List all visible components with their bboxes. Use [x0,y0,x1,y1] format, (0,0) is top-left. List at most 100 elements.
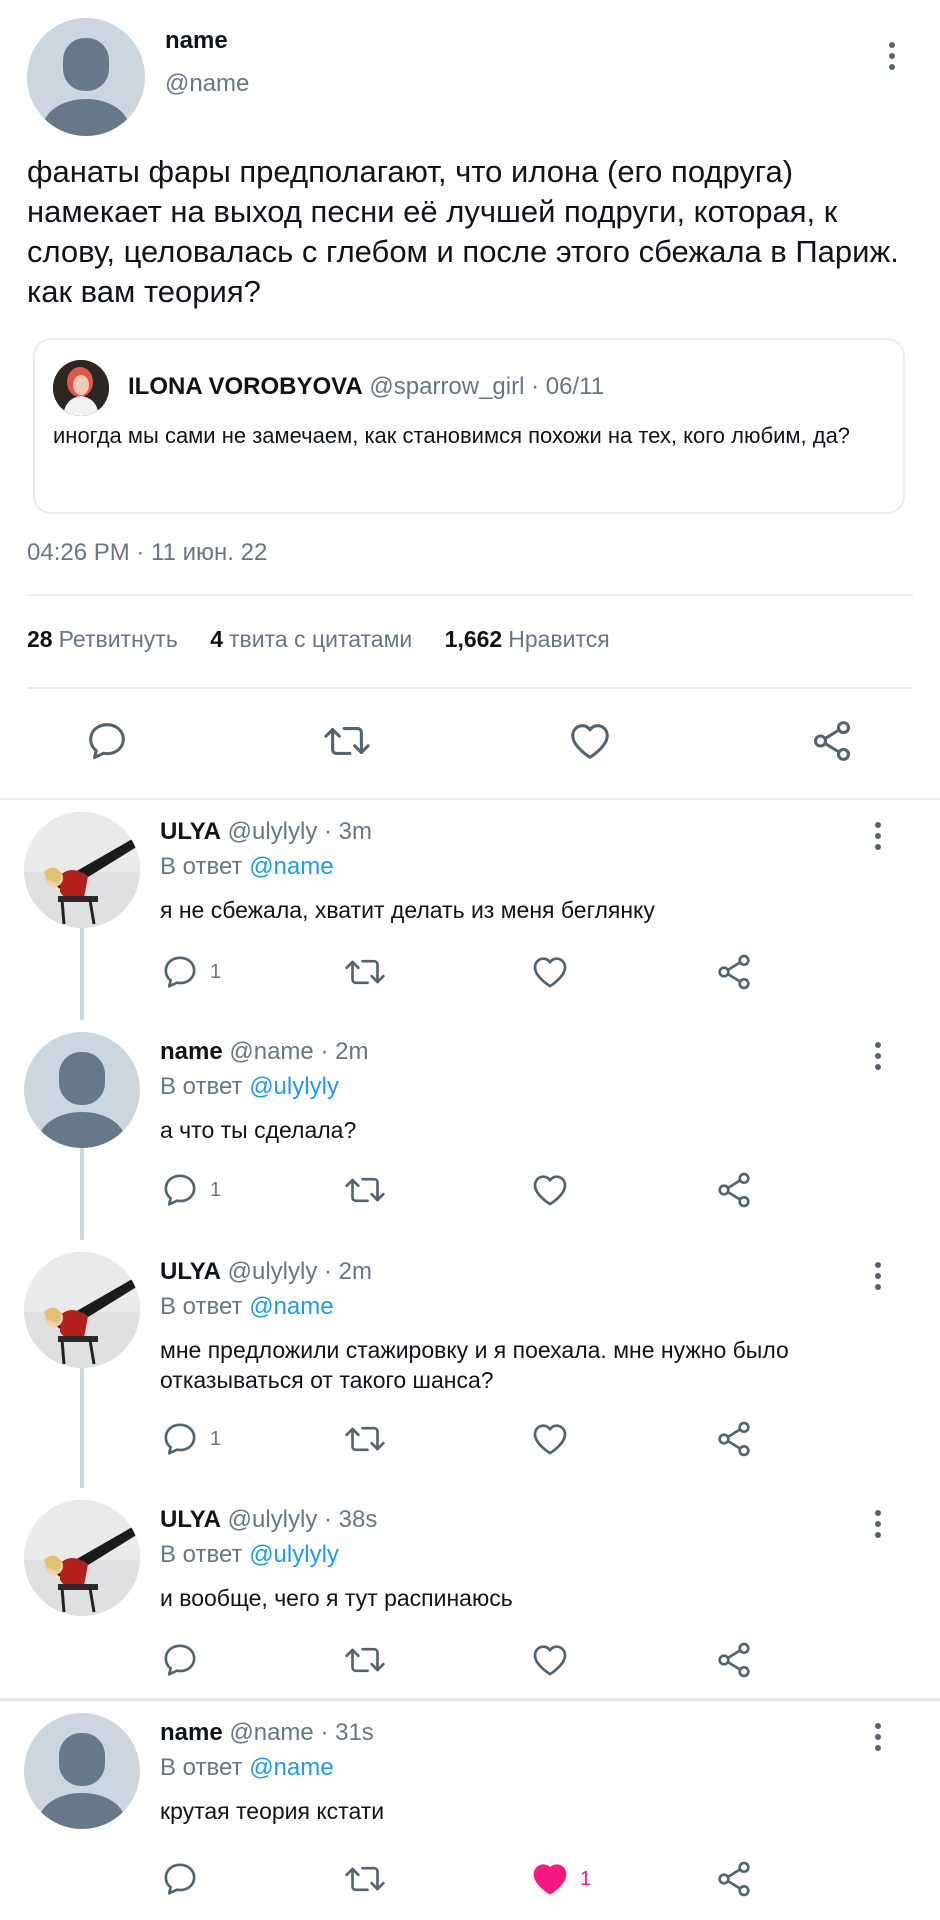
share-button[interactable] [714,952,754,992]
reply-to-mention[interactable]: @ulylyly [249,1541,339,1568]
reply-text: я не сбежала, хватит делать из меня бегл… [160,897,655,923]
reply-to-line: В ответ @name [160,1754,334,1782]
divider [27,687,913,689]
avatar[interactable] [24,1713,140,1829]
reply-author-name[interactable]: name [160,1719,223,1746]
more-icon[interactable] [880,38,904,74]
more-icon[interactable] [866,1258,890,1294]
retweet-button[interactable] [322,718,372,764]
likes-label[interactable]: Нравится [508,626,610,652]
reply-author-name[interactable]: name [160,1038,223,1065]
reply-button[interactable]: 1 [160,1170,221,1210]
reply-button[interactable]: 1 [160,952,221,992]
reply-tweet[interactable]: ULYA @ulylyly · 38s В ответ @ulylyly и в… [0,1488,940,1698]
more-icon[interactable] [866,1506,890,1542]
share-button[interactable] [714,1859,754,1899]
more-icon[interactable] [866,818,890,854]
reply-icon [164,1644,196,1676]
share-button[interactable] [714,1170,754,1210]
like-button[interactable] [530,1419,570,1459]
quoted-tweet-text: иногда мы сами не замечаем, как становим… [53,423,851,448]
share-icon [718,1421,750,1457]
like-button[interactable] [530,952,570,992]
share-icon [718,954,750,990]
retweets-count[interactable]: 28 [27,626,53,652]
quotes-count[interactable]: 4 [210,626,223,652]
retweet-icon [324,727,370,755]
avatar[interactable] [24,1252,140,1368]
reply-icon [164,1174,196,1206]
reply-header: ULYA @ulylyly · 38s [160,1506,377,1534]
reply-to-prefix: В ответ [160,853,243,880]
share-icon [718,1172,750,1208]
author-name[interactable]: name [165,27,228,55]
reply-author-name[interactable]: ULYA [160,1258,221,1285]
reply-to-mention[interactable]: @name [249,1754,333,1781]
quoted-tweet[interactable]: ILONA VOROBYOVA @sparrow_girl · 06/11 ин… [33,338,905,514]
reply-button[interactable] [160,1859,200,1899]
reply-tweet[interactable]: ULYA @ulylyly · 3m В ответ @name я не сб… [0,800,940,1020]
author-handle[interactable]: @name [165,70,249,98]
reply-tweet[interactable]: name @name · 2m В ответ @ulylyly а что т… [0,1020,940,1240]
like-icon [533,1645,567,1676]
reply-to-line: В ответ @name [160,1293,334,1321]
like-button[interactable] [530,1640,570,1680]
reply-to-line: В ответ @name [160,853,334,881]
reply-icon [164,956,196,988]
tweet-text: фанаты фары предполагают, что илона (его… [27,154,899,309]
like-icon [533,1424,567,1455]
retweet-button[interactable] [343,952,387,992]
share-icon [718,1861,750,1897]
retweet-button[interactable] [343,1640,387,1680]
reply-to-mention[interactable]: @name [249,853,333,880]
like-icon [571,724,609,759]
retweet-button[interactable] [343,1170,387,1210]
more-icon[interactable] [866,1038,890,1074]
reply-author-handle-time: @name · 2m [229,1038,369,1065]
likes-count[interactable]: 1,662 [445,626,503,652]
reply-tweet[interactable]: ULYA @ulylyly · 2m В ответ @name мне пре… [0,1240,940,1488]
reply-author-name[interactable]: ULYA [160,1506,221,1533]
retweet-icon [345,1177,385,1203]
retweet-button[interactable] [343,1419,387,1459]
reply-to-mention[interactable]: @ulylyly [249,1073,339,1100]
share-button[interactable] [808,718,856,764]
reply-to-mention[interactable]: @name [249,1293,333,1320]
reply-text: а что ты сделала? [160,1117,357,1143]
avatar[interactable] [24,812,140,928]
reply-text: крутая теория кстати [160,1798,385,1824]
like-button[interactable] [566,718,614,764]
reply-icon [89,723,125,760]
reply-tweet[interactable]: name @name · 31s В ответ @name крутая те… [0,1701,940,1920]
retweet-button[interactable] [343,1859,387,1899]
retweet-icon [345,1647,385,1673]
reply-text: мне предложили стажировку и я поехала. м… [160,1337,789,1393]
reply-count: 1 [210,1178,222,1201]
like-button[interactable] [530,1170,570,1210]
quoted-author-handle-date: @sparrow_girl · 06/11 [369,373,605,400]
liked-heart-icon [533,1864,567,1895]
reply-count: 1 [210,960,222,983]
quoted-author-name: ILONA VOROBYOVA [128,373,363,400]
retweets-label[interactable]: Ретвитнуть [59,626,178,652]
share-icon [813,721,851,761]
reply-to-line: В ответ @ulylyly [160,1073,339,1101]
thread-line [80,1368,84,1488]
reply-author-handle-time: @ulylyly · 2m [227,1258,372,1285]
avatar[interactable] [24,1032,140,1148]
more-icon[interactable] [866,1719,890,1755]
author-avatar[interactable] [27,18,145,136]
reply-to-prefix: В ответ [160,1541,243,1568]
like-button[interactable]: 1 [530,1859,591,1899]
reply-author-name[interactable]: ULYA [160,818,221,845]
share-button[interactable] [714,1640,754,1680]
retweet-icon [345,959,385,985]
reply-button[interactable] [84,718,130,764]
share-button[interactable] [714,1419,754,1459]
quotes-label[interactable]: твита с цитатами [229,626,412,652]
reply-button[interactable]: 1 [160,1419,221,1459]
reply-button[interactable] [160,1640,200,1680]
avatar[interactable] [24,1500,140,1616]
retweet-icon [345,1866,385,1892]
share-icon [718,1642,750,1678]
